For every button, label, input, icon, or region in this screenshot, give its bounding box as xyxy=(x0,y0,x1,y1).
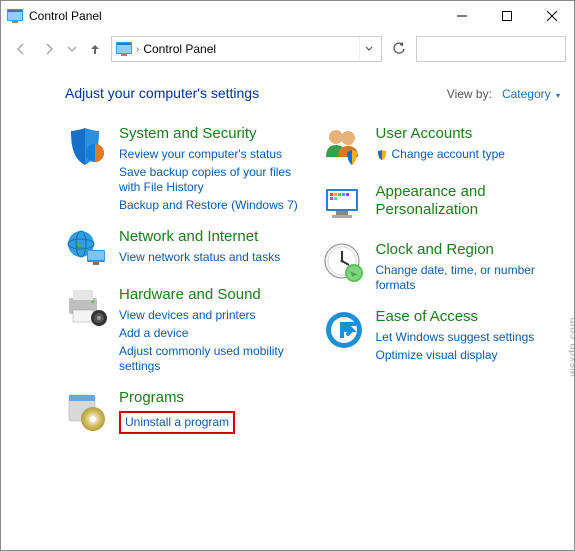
breadcrumb[interactable]: › Control Panel xyxy=(111,36,382,62)
view-by-control[interactable]: View by: Category ▾ xyxy=(447,87,560,101)
category-system-security: System and Security Review your computer… xyxy=(65,125,304,214)
titlebar: Control Panel xyxy=(1,1,574,31)
link-mobility-settings[interactable]: Adjust commonly used mobility settings xyxy=(119,343,304,375)
category-appearance: Appearance and Personalization xyxy=(322,183,561,227)
watermark: wsxdn.com xyxy=(568,317,574,377)
category-title[interactable]: Network and Internet xyxy=(119,228,280,246)
category-title[interactable]: Programs xyxy=(119,389,235,407)
shield-icon[interactable] xyxy=(65,125,109,169)
link-change-formats[interactable]: Change date, time, or number formats xyxy=(376,262,561,294)
category-column-right: User Accounts Change account type xyxy=(322,125,561,434)
link-review-status[interactable]: Review your computer's status xyxy=(119,146,304,163)
category-programs: Programs Uninstall a program xyxy=(65,389,304,434)
user-accounts-icon[interactable] xyxy=(322,125,366,169)
view-by-label: View by: xyxy=(447,87,492,101)
category-title[interactable]: Ease of Access xyxy=(376,308,535,326)
back-button[interactable] xyxy=(9,37,33,61)
programs-disc-icon[interactable] xyxy=(65,389,109,433)
shield-small-icon xyxy=(376,149,388,161)
category-title[interactable]: System and Security xyxy=(119,125,304,143)
chevron-down-icon[interactable]: ▾ xyxy=(556,91,560,100)
link-network-status[interactable]: View network status and tasks xyxy=(119,249,280,266)
link-add-device[interactable]: Add a device xyxy=(119,325,304,342)
window-title: Control Panel xyxy=(29,9,102,23)
close-button[interactable] xyxy=(529,1,574,31)
printer-icon[interactable] xyxy=(65,286,109,330)
link-uninstall-program[interactable]: Uninstall a program xyxy=(119,411,235,434)
chevron-right-icon[interactable]: › xyxy=(136,44,139,55)
breadcrumb-text[interactable]: Control Panel xyxy=(143,42,216,56)
category-column-left: System and Security Review your computer… xyxy=(65,125,304,434)
category-user-accounts: User Accounts Change account type xyxy=(322,125,561,169)
view-by-value[interactable]: Category xyxy=(502,87,551,101)
category-title[interactable]: Clock and Region xyxy=(376,241,561,259)
page-title: Adjust your computer's settings xyxy=(65,85,259,101)
maximize-button[interactable] xyxy=(484,1,529,31)
search-box[interactable] xyxy=(416,36,566,62)
category-title[interactable]: User Accounts xyxy=(376,125,505,143)
network-globe-icon[interactable] xyxy=(65,228,109,272)
category-clock-region: Clock and Region Change date, time, or n… xyxy=(322,241,561,294)
category-network-internet: Network and Internet View network status… xyxy=(65,228,304,272)
link-optimize-display[interactable]: Optimize visual display xyxy=(376,347,535,364)
refresh-button[interactable] xyxy=(386,36,412,62)
navbar: › Control Panel xyxy=(1,31,574,67)
link-change-account-type[interactable]: Change account type xyxy=(392,146,505,163)
category-title[interactable]: Appearance and Personalization xyxy=(376,183,561,219)
breadcrumb-dropdown[interactable] xyxy=(359,37,377,61)
appearance-icon[interactable] xyxy=(322,183,366,227)
forward-button[interactable] xyxy=(37,37,61,61)
up-button[interactable] xyxy=(83,37,107,61)
control-panel-icon xyxy=(7,8,23,24)
category-ease-of-access: Ease of Access Let Windows suggest setti… xyxy=(322,308,561,364)
category-title[interactable]: Hardware and Sound xyxy=(119,286,304,304)
link-file-history[interactable]: Save backup copies of your files with Fi… xyxy=(119,164,304,196)
search-input[interactable] xyxy=(427,41,575,57)
link-devices-printers[interactable]: View devices and printers xyxy=(119,307,304,324)
category-hardware-sound: Hardware and Sound View devices and prin… xyxy=(65,286,304,375)
clock-icon[interactable] xyxy=(322,241,366,285)
link-suggest-settings[interactable]: Let Windows suggest settings xyxy=(376,329,535,346)
ease-of-access-icon[interactable] xyxy=(322,308,366,352)
recent-locations-button[interactable] xyxy=(65,37,79,61)
link-backup-restore[interactable]: Backup and Restore (Windows 7) xyxy=(119,197,304,214)
minimize-button[interactable] xyxy=(439,1,484,31)
control-panel-icon xyxy=(116,41,132,57)
content-area: Adjust your computer's settings View by:… xyxy=(1,67,574,550)
